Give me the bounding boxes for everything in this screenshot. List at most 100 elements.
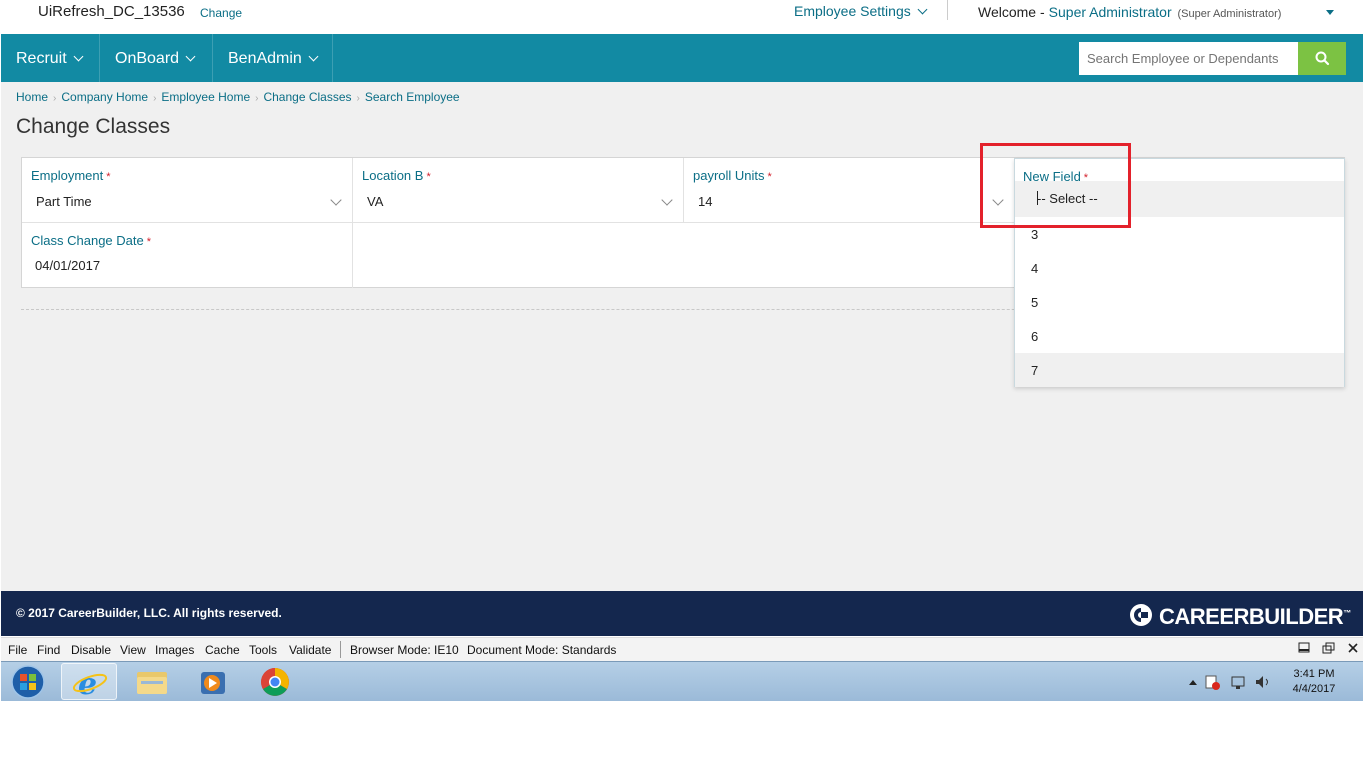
crumb-home[interactable]: Home	[16, 90, 48, 104]
location-label-text: Location B	[362, 168, 424, 183]
class-change-date-value: 04/01/2017	[35, 258, 101, 273]
chrome-icon	[261, 668, 289, 696]
clock-time: 3:41 PM	[1293, 668, 1335, 680]
system-tray-icons	[1189, 675, 1268, 690]
page-footer: © 2017 CareerBuilder, LLC. All rights re…	[1, 591, 1363, 636]
required-marker: *	[426, 171, 431, 183]
dev-menu-disable[interactable]: Disable	[71, 643, 111, 657]
show-hidden-icons-icon	[1189, 680, 1197, 685]
nav-onboard-label: OnBoard	[115, 50, 180, 67]
dropdown-option[interactable]: 5	[1015, 285, 1344, 319]
restore-icon-svg	[1322, 642, 1335, 654]
dropdown-option-label: 6	[1031, 329, 1039, 344]
required-marker: *	[106, 171, 111, 183]
divider	[340, 641, 341, 658]
location-select[interactable]: Location B * VA	[353, 158, 684, 223]
windows-taskbar: e 3:41 PM 4/4/2017	[1, 661, 1363, 702]
system-tray	[1186, 672, 1276, 697]
location-label: Location B *	[362, 168, 431, 183]
close-icon[interactable]	[1347, 642, 1359, 657]
employee-settings-menu[interactable]: Employee Settings	[794, 3, 928, 19]
required-marker: *	[767, 171, 772, 183]
crumb-search-employee[interactable]: Search Employee	[365, 90, 460, 104]
brand-text: CAREERBUILDER™	[1159, 604, 1351, 630]
copyright-text: © 2017 CareerBuilder, LLC. All rights re…	[16, 606, 282, 620]
folder-icon	[137, 672, 167, 694]
welcome-label: Welcome -	[978, 4, 1045, 20]
dev-menu-file[interactable]: File	[8, 643, 27, 657]
required-marker: *	[146, 236, 152, 248]
dropdown-option-label: 4	[1031, 261, 1039, 276]
payroll-units-label: payroll Units *	[693, 168, 772, 183]
dropdown-option-label: 5	[1031, 295, 1039, 310]
crumb-employee-home[interactable]: Employee Home	[161, 90, 250, 104]
search-employee-input[interactable]	[1079, 42, 1299, 75]
dropdown-option-label: 3	[1031, 227, 1039, 242]
welcome-text: Welcome - Super Administrator (Super Admi…	[978, 4, 1281, 20]
dev-menu-cache[interactable]: Cache	[205, 643, 240, 657]
search-icon	[1315, 51, 1330, 66]
dev-menu-validate[interactable]: Validate	[289, 643, 331, 657]
nav-recruit[interactable]: Recruit	[1, 34, 100, 82]
crumb-separator-icon: ›	[255, 93, 259, 104]
nav-benadmin[interactable]: BenAdmin	[213, 34, 333, 82]
dev-menu-view[interactable]: View	[120, 643, 146, 657]
change-company-link[interactable]: Change	[200, 6, 242, 20]
chevron-down-icon	[73, 51, 84, 62]
annotation-highlight-box	[980, 143, 1131, 228]
class-change-date-label-text: Class Change Date	[31, 233, 144, 248]
taskbar-chrome[interactable]	[247, 663, 303, 700]
svg-text:e: e	[78, 667, 97, 701]
crumb-company-home[interactable]: Company Home	[61, 90, 148, 104]
windows-start-icon	[11, 665, 45, 699]
taskbar-internet-explorer[interactable]: e	[61, 663, 117, 702]
restore-icon[interactable]	[1322, 642, 1335, 657]
main-nav: Recruit OnBoard BenAdmin	[1, 34, 1363, 82]
chevron-down-icon	[185, 51, 196, 62]
developer-toolbar: File Find Disable View Images Cache Tool…	[1, 637, 1363, 661]
user-name-link[interactable]: Super Administrator	[1049, 4, 1172, 20]
careerbuilder-logo-icon	[1130, 604, 1152, 626]
user-role: (Super Administrator)	[1177, 8, 1282, 20]
taskbar-file-explorer[interactable]	[123, 663, 179, 700]
crumb-separator-icon: ›	[356, 93, 360, 104]
taskbar-media-player[interactable]	[185, 663, 241, 700]
top-bar: UiRefresh_DC_13536 Change Employee Setti…	[0, 0, 1364, 34]
dev-menu-images[interactable]: Images	[155, 643, 194, 657]
search-button[interactable]	[1298, 42, 1346, 75]
dropdown-option-hovered[interactable]: 7	[1015, 353, 1344, 387]
employee-settings-label: Employee Settings	[794, 3, 911, 19]
close-icon-svg	[1348, 643, 1358, 653]
payroll-units-select[interactable]: payroll Units * 14	[684, 158, 1015, 223]
chevron-down-icon	[308, 51, 319, 62]
minimize-icon[interactable]	[1298, 642, 1310, 657]
payroll-units-label-text: payroll Units	[693, 168, 765, 183]
dropdown-option[interactable]: 4	[1015, 251, 1344, 285]
user-menu-caret-icon[interactable]	[1326, 10, 1334, 15]
chevron-down-icon	[661, 194, 673, 206]
employment-select[interactable]: Employment * Part Time	[22, 158, 353, 223]
dropdown-option[interactable]: 6	[1015, 319, 1344, 353]
class-change-date-field[interactable]: Class Change Date * 04/01/2017	[22, 223, 353, 288]
employment-label-text: Employment	[31, 168, 104, 183]
crumb-change-classes[interactable]: Change Classes	[263, 90, 351, 104]
page-title: Change Classes	[16, 115, 171, 138]
divider	[947, 0, 948, 20]
location-value: VA	[367, 194, 384, 209]
chevron-down-icon	[917, 4, 928, 15]
company-name: UiRefresh_DC_13536	[38, 3, 185, 20]
dev-menu-tools[interactable]: Tools	[249, 643, 277, 657]
crumb-separator-icon: ›	[53, 93, 57, 104]
clock-date: 4/4/2017	[1292, 683, 1336, 695]
breadcrumb: Home › Company Home › Employee Home › Change C…	[16, 90, 460, 104]
browser-mode[interactable]: Browser Mode: IE10	[350, 643, 459, 657]
dev-menu-find[interactable]: Find	[37, 643, 60, 657]
brand-name: CAREERBUILDER	[1159, 604, 1344, 629]
trademark: ™	[1343, 608, 1351, 618]
employment-label: Employment *	[31, 168, 111, 183]
system-clock[interactable]: 3:41 PM 4/4/2017	[1289, 667, 1339, 697]
dropdown-option-label: 7	[1031, 363, 1039, 378]
document-mode[interactable]: Document Mode: Standards	[467, 643, 616, 657]
nav-onboard[interactable]: OnBoard	[100, 34, 213, 82]
start-button[interactable]	[9, 664, 47, 700]
